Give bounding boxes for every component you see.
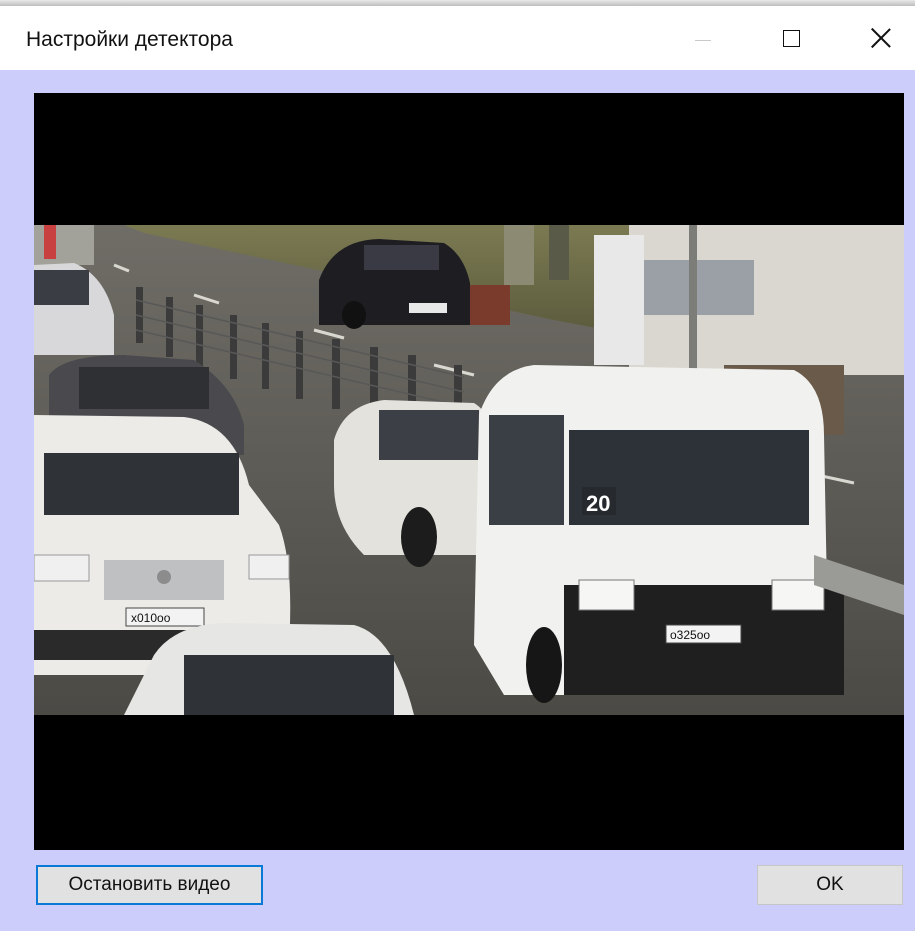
minimize-button[interactable] xyxy=(680,6,726,70)
stop-video-button[interactable]: Остановить видео xyxy=(36,865,263,905)
camera-frame: х010оо 20 о325оо xyxy=(34,225,904,715)
minimize-icon xyxy=(695,39,711,41)
maximize-icon xyxy=(782,29,800,47)
minibus-plate: о325оо xyxy=(670,628,710,642)
window-title: Настройки детектора xyxy=(26,28,233,51)
ok-button[interactable]: OK xyxy=(757,865,903,905)
traffic-camera-image: х010оо 20 о325оо xyxy=(34,225,904,715)
video-preview[interactable]: х010оо 20 о325оо xyxy=(34,93,904,850)
detector-settings-window: Настройки детектора х010оо 20 о325оо Ост… xyxy=(0,0,915,931)
maximize-button[interactable] xyxy=(768,6,814,70)
close-button[interactable] xyxy=(858,6,904,70)
close-icon xyxy=(870,27,892,49)
suv-plate: х010оо xyxy=(131,611,171,625)
route-number: 20 xyxy=(586,491,610,516)
title-bar[interactable]: Настройки детектора xyxy=(0,6,915,70)
